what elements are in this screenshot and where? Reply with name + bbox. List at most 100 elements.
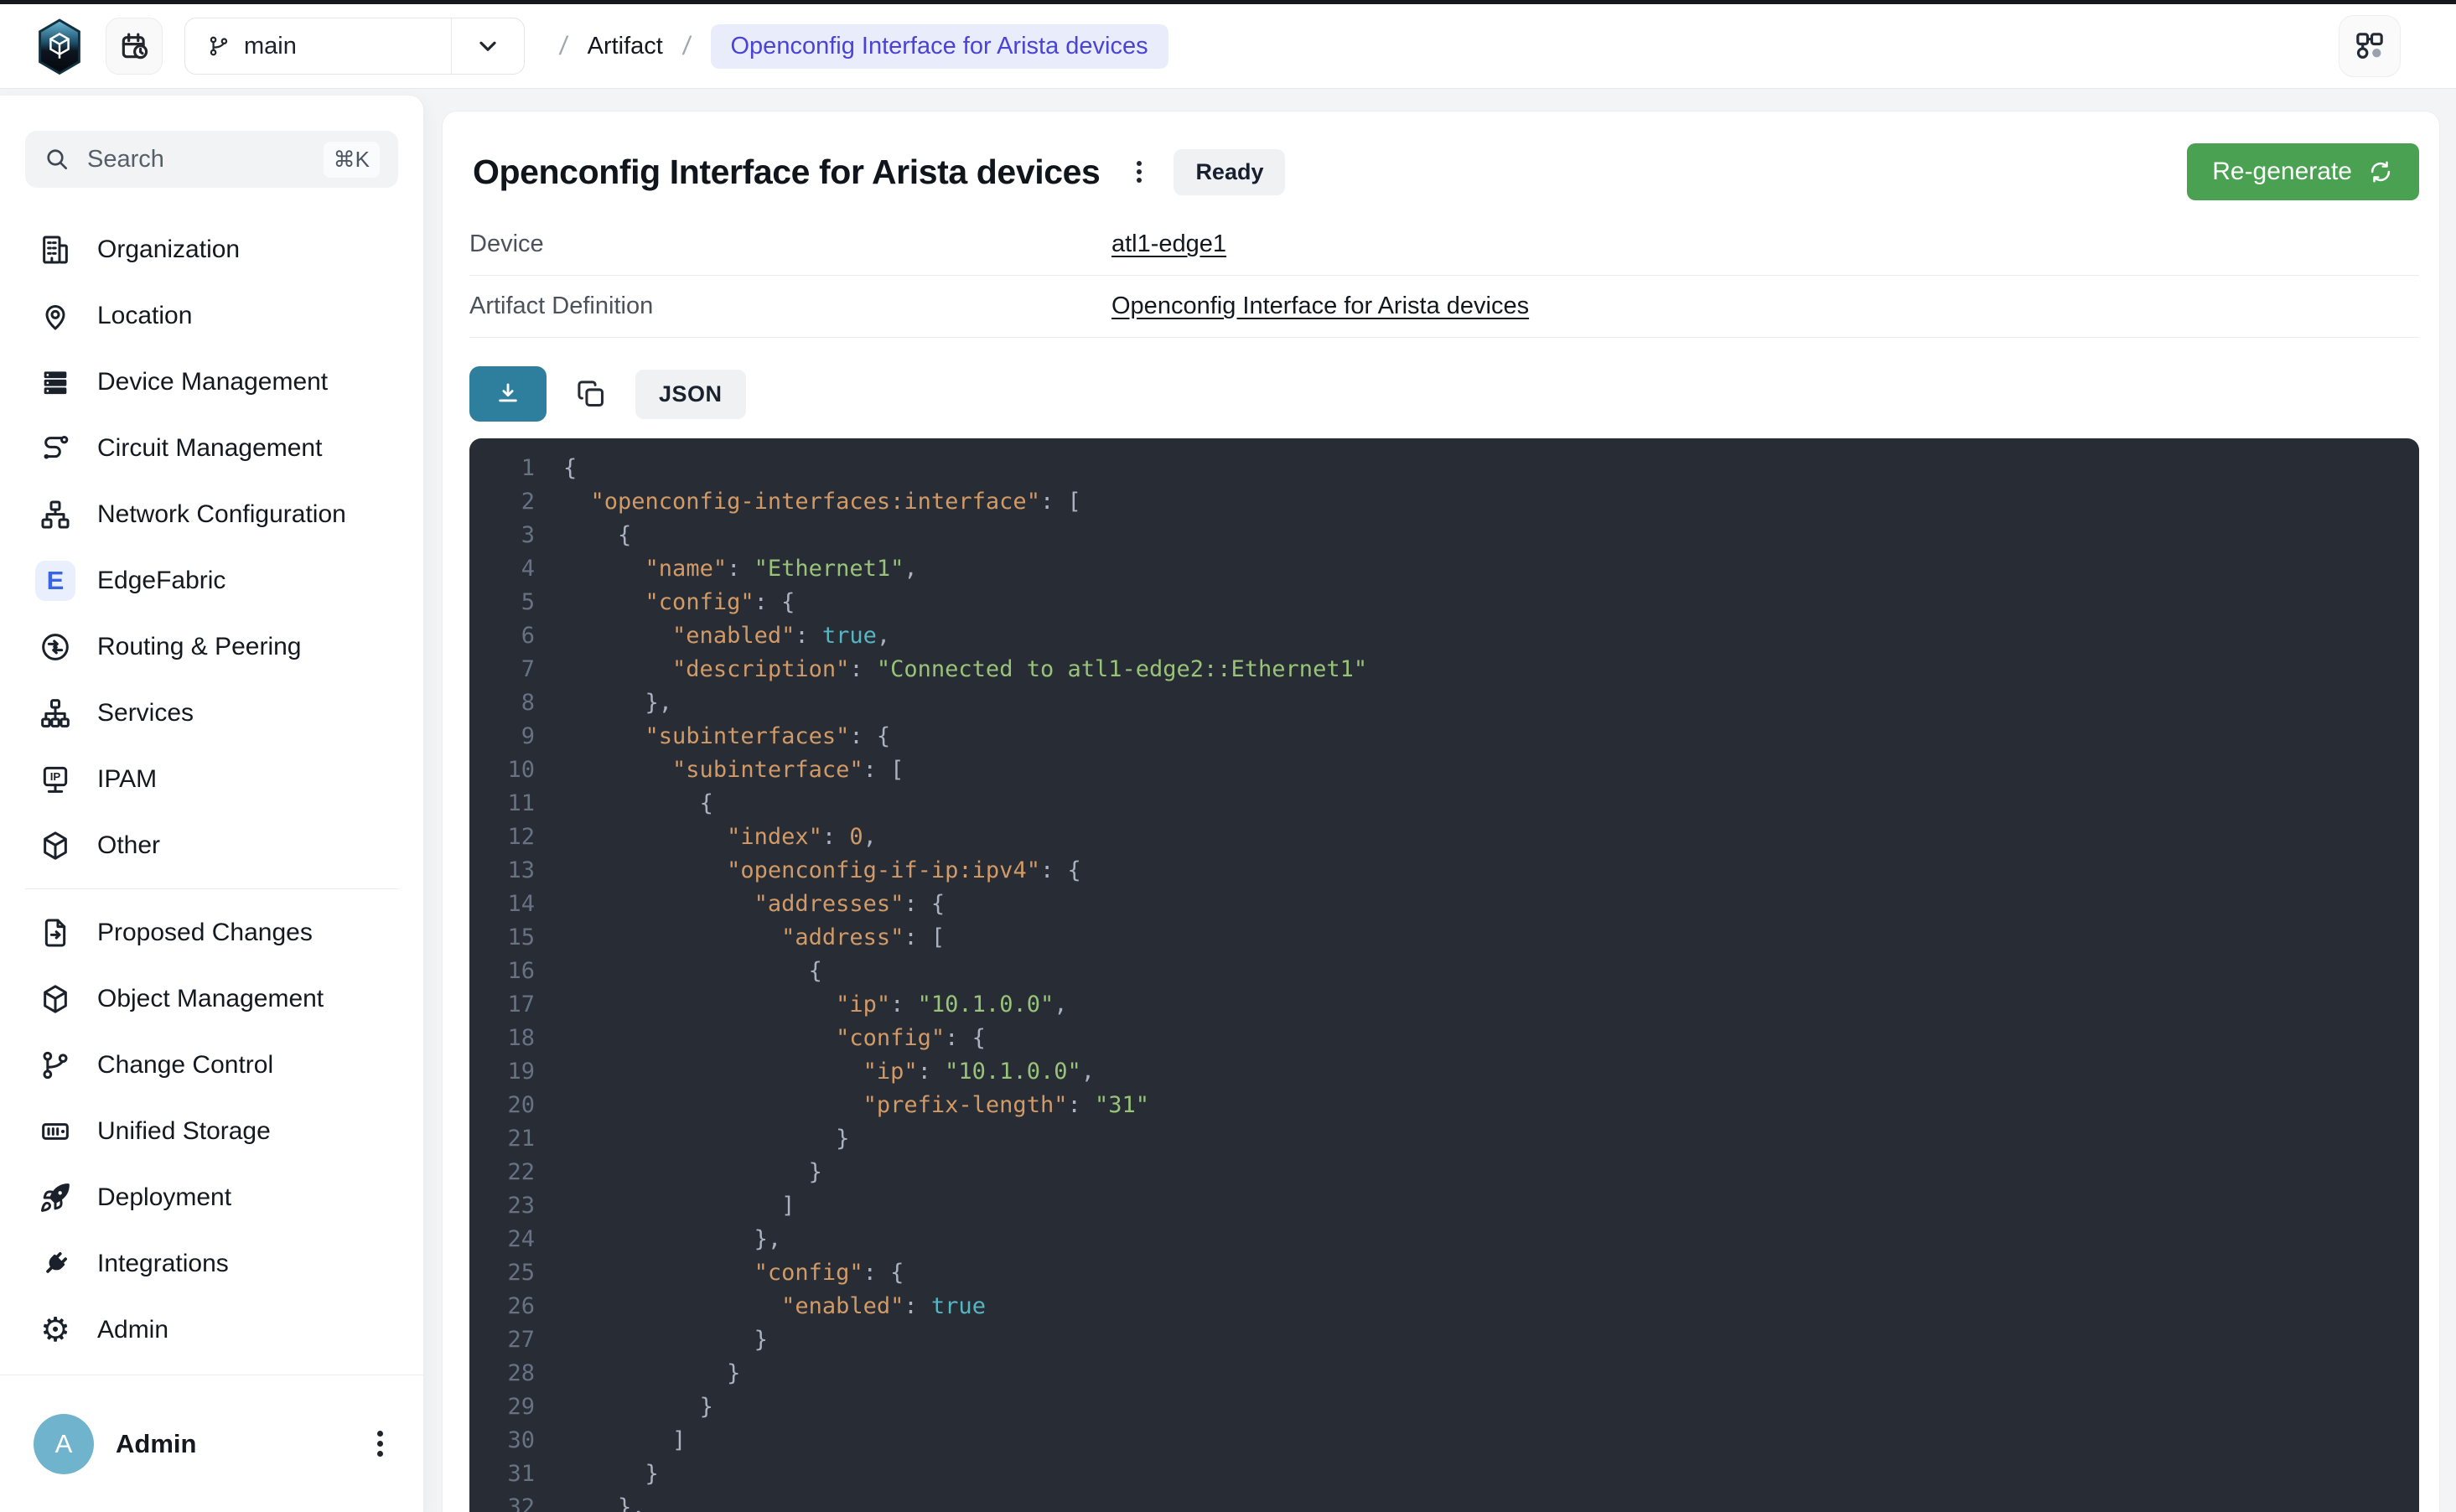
format-badge[interactable]: JSON xyxy=(635,370,746,419)
code-line: 7 "description": "Connected to atl1-edge… xyxy=(469,652,2419,686)
sidebar-item-object-management[interactable]: Object Management xyxy=(0,966,423,1032)
breadcrumb-item-current[interactable]: Openconfig Interface for Arista devices xyxy=(711,24,1168,69)
code-lines: 1{2 "openconfig-interfaces:interface": [… xyxy=(469,451,2419,1512)
line-number: 25 xyxy=(469,1260,535,1286)
line-number: 30 xyxy=(469,1427,535,1453)
code-text: }, xyxy=(563,1494,645,1512)
code-text: "enabled": true, xyxy=(563,623,890,649)
line-number: 22 xyxy=(469,1159,535,1185)
line-number: 21 xyxy=(469,1126,535,1152)
code-text: "name": "Ethernet1", xyxy=(563,556,918,582)
line-number: 26 xyxy=(469,1293,535,1319)
sidebar: Search ⌘K Organization Location Device Man… xyxy=(0,95,424,1512)
code-line: 16 { xyxy=(469,954,2419,987)
sidebar-item-label: Unified Storage xyxy=(97,1117,271,1146)
search-icon xyxy=(44,146,70,173)
line-number: 24 xyxy=(469,1226,535,1252)
search-shortcut: ⌘K xyxy=(324,142,380,178)
attributes-table: Deviceatl1-edge1Artifact DefinitionOpenc… xyxy=(469,214,2419,338)
sidebar-item-deployment[interactable]: Deployment xyxy=(0,1164,423,1230)
sidebar-item-label: Device Management xyxy=(97,368,328,396)
code-text: "enabled": true xyxy=(563,1293,986,1319)
code-text: "config": { xyxy=(563,589,795,615)
chevron-down-icon xyxy=(474,33,501,60)
code-text: "ip": "10.1.0.0", xyxy=(563,1059,1095,1085)
main-panel: Openconfig Interface for Arista devices … xyxy=(442,111,2440,1512)
code-block[interactable]: 1{2 "openconfig-interfaces:interface": [… xyxy=(469,438,2419,1512)
server-icon xyxy=(35,362,75,402)
code-line: 17 "ip": "10.1.0.0", xyxy=(469,987,2419,1021)
sidebar-item-unified-storage[interactable]: Unified Storage xyxy=(0,1098,423,1164)
code-text: }, xyxy=(563,690,672,716)
cube-icon xyxy=(35,826,75,866)
sitemap-icon xyxy=(35,495,75,535)
sidebar-item-location[interactable]: Location xyxy=(0,282,423,349)
field-value-link[interactable]: atl1-edge1 xyxy=(1111,230,1226,258)
window-top-edge xyxy=(0,0,2456,4)
svg-text:IP: IP xyxy=(50,770,61,783)
copy-button[interactable] xyxy=(572,375,610,413)
breadcrumb-item-artifact[interactable]: Artifact xyxy=(588,33,663,60)
field-value-link[interactable]: Openconfig Interface for Arista devices xyxy=(1111,293,1529,320)
code-text: } xyxy=(563,1327,768,1353)
branch-selector-value: main xyxy=(185,33,451,60)
line-number: 5 xyxy=(469,589,535,615)
user-menu[interactable]: A Admin xyxy=(0,1375,423,1512)
download-button[interactable] xyxy=(469,366,547,422)
line-number: 28 xyxy=(469,1360,535,1386)
sidebar-item-device-management[interactable]: Device Management xyxy=(0,349,423,415)
sidebar-item-services[interactable]: Services xyxy=(0,680,423,746)
sidebar-nav: Organization Location Device Management Cir… xyxy=(0,216,423,1363)
code-text: "config": { xyxy=(563,1260,904,1286)
sidebar-item-change-control[interactable]: Change Control xyxy=(0,1032,423,1098)
line-number: 31 xyxy=(469,1461,535,1487)
sidebar-item-integrations[interactable]: Integrations xyxy=(0,1230,423,1297)
code-line: 3 { xyxy=(469,518,2419,551)
line-number: 3 xyxy=(469,522,535,548)
app-logo-icon[interactable] xyxy=(37,18,82,74)
line-number: 9 xyxy=(469,723,535,749)
code-line: 10 "subinterface": [ xyxy=(469,753,2419,786)
sidebar-item-label: Organization xyxy=(97,236,240,264)
branch-dropdown-toggle[interactable] xyxy=(452,33,524,60)
sidebar-item-organization[interactable]: Organization xyxy=(0,216,423,282)
title-row: Openconfig Interface for Arista devices … xyxy=(469,143,2419,200)
code-line: 31 } xyxy=(469,1457,2419,1490)
sidebar-item-label: Network Configuration xyxy=(97,500,346,529)
sidebar-item-label: Object Management xyxy=(97,985,324,1013)
code-line: 9 "subinterfaces": { xyxy=(469,719,2419,753)
regenerate-button[interactable]: Re-generate xyxy=(2187,143,2419,200)
topology-view-button[interactable] xyxy=(2339,15,2401,77)
user-menu-kebab-icon[interactable] xyxy=(370,1420,390,1468)
page-title: Openconfig Interface for Arista devices xyxy=(473,153,1100,192)
breadcrumb-separator: / xyxy=(681,31,692,61)
line-number: 16 xyxy=(469,958,535,984)
sidebar-item-circuit-management[interactable]: Circuit Management xyxy=(0,415,423,481)
sidebar-item-label: EdgeFabric xyxy=(97,567,225,595)
code-text: } xyxy=(563,1159,822,1185)
storage-icon xyxy=(35,1111,75,1152)
line-number: 23 xyxy=(469,1193,535,1219)
sidebar-item-ipam[interactable]: IPIPAM xyxy=(0,746,423,812)
title-actions-kebab-icon[interactable] xyxy=(1132,153,1147,191)
field-row: Artifact DefinitionOpenconfig Interface … xyxy=(469,276,2419,338)
sidebar-item-other[interactable]: Other xyxy=(0,812,423,878)
line-number: 12 xyxy=(469,824,535,850)
sidebar-item-routing-peering[interactable]: Routing & Peering xyxy=(0,614,423,680)
sidebar-item-label: Location xyxy=(97,302,192,330)
line-number: 17 xyxy=(469,992,535,1017)
sidebar-item-admin[interactable]: ⚙Admin xyxy=(0,1297,423,1363)
calendar-clock-icon xyxy=(118,30,150,62)
code-line: 4 "name": "Ethernet1", xyxy=(469,551,2419,585)
search-input[interactable]: Search ⌘K xyxy=(25,131,398,188)
sidebar-item-network-configuration[interactable]: Network Configuration xyxy=(0,481,423,547)
code-line: 27 } xyxy=(469,1323,2419,1356)
sidebar-item-edgefabric[interactable]: EEdgeFabric xyxy=(0,547,423,614)
date-selector-button[interactable] xyxy=(106,18,163,75)
sidebar-item-label: Change Control xyxy=(97,1051,273,1080)
sidebar-item-proposed-changes[interactable]: Proposed Changes xyxy=(0,899,423,966)
code-line: 30 ] xyxy=(469,1423,2419,1457)
branch-selector[interactable]: main xyxy=(184,18,525,75)
gear-icon: ⚙ xyxy=(35,1310,75,1350)
map-pin-icon xyxy=(35,296,75,336)
